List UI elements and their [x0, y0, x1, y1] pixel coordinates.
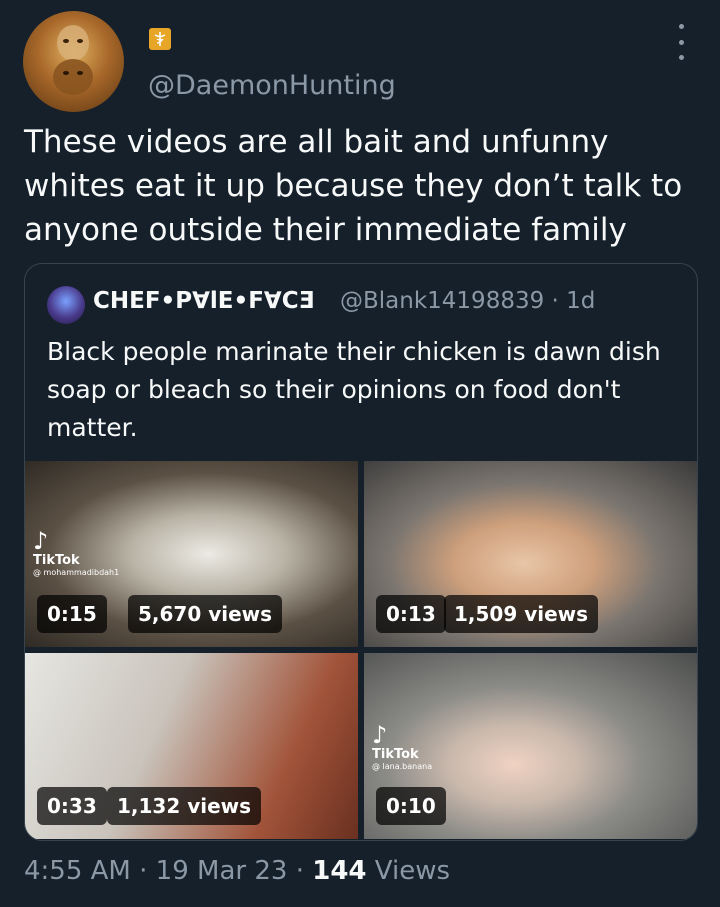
video-thumbnail-1[interactable]: ♪ TikTok @ mohammadibdah1 0:15 5,670 vie… — [25, 461, 358, 647]
caduceus-badge-icon — [149, 28, 171, 50]
more-options-icon[interactable] — [672, 24, 690, 60]
tweet-date[interactable]: 19 Mar 23 — [156, 856, 288, 886]
tweet-meta: 4:55 AM · 19 Mar 23 · 144 Views — [24, 856, 450, 886]
tiktok-watermark-label: TikTok — [372, 747, 419, 762]
video-duration-badge: 0:13 — [376, 595, 446, 633]
author-handle[interactable]: @DaemonHunting — [148, 70, 396, 101]
video-views-badge: 1,132 views — [107, 787, 262, 825]
tiktok-watermark-user: @ mohammadibdah1 — [33, 568, 120, 577]
meta-separator: · — [295, 856, 304, 886]
tiktok-logo-icon: ♪ — [33, 527, 49, 555]
quoted-tweet[interactable]: CHEF•P∀lE•F∀CƎ @Blank14198839 · 1d Black… — [24, 263, 698, 841]
tiktok-watermark-label: TikTok — [33, 553, 80, 568]
video-views-badge: 5,670 views — [128, 595, 283, 633]
tweet-time[interactable]: 4:55 AM — [24, 856, 131, 886]
quoted-display-name[interactable]: CHEF•P∀lE•F∀CƎ — [93, 288, 314, 314]
quoted-author-avatar[interactable] — [47, 286, 85, 324]
video-thumbnail-2[interactable]: 0:13 1,509 views — [364, 461, 697, 647]
video-thumbnail-3[interactable]: 0:33 1,132 views — [25, 653, 358, 839]
tiktok-watermark: ♪ TikTok @ mohammadibdah1 — [33, 529, 119, 577]
video-duration-badge: 0:10 — [376, 787, 446, 825]
quoted-text: Black people marinate their chicken is d… — [47, 337, 661, 442]
tiktok-watermark-user: @ lana.banana — [372, 762, 433, 771]
video-duration-badge: 0:33 — [37, 787, 107, 825]
video-thumbnail-4[interactable]: ♪ TikTok @ lana.banana 0:10 — [364, 653, 697, 839]
tiktok-logo-icon: ♪ — [372, 721, 388, 749]
video-duration-badge: 0:15 — [37, 595, 107, 633]
author-avatar[interactable] — [23, 11, 124, 112]
quoted-age: · 1d — [551, 288, 596, 314]
views-count[interactable]: 144 — [312, 856, 366, 886]
meta-separator: · — [139, 856, 148, 886]
tweet-text: These videos are all bait and unfunny wh… — [24, 124, 683, 248]
quoted-handle-text: @Blank14198839 — [340, 288, 545, 314]
tiktok-watermark: ♪ TikTok @ lana.banana — [372, 723, 432, 771]
video-views-badge: 1,509 views — [444, 595, 599, 633]
quoted-handle[interactable]: @Blank14198839 · 1d — [340, 288, 595, 314]
views-label: Views — [374, 856, 451, 886]
